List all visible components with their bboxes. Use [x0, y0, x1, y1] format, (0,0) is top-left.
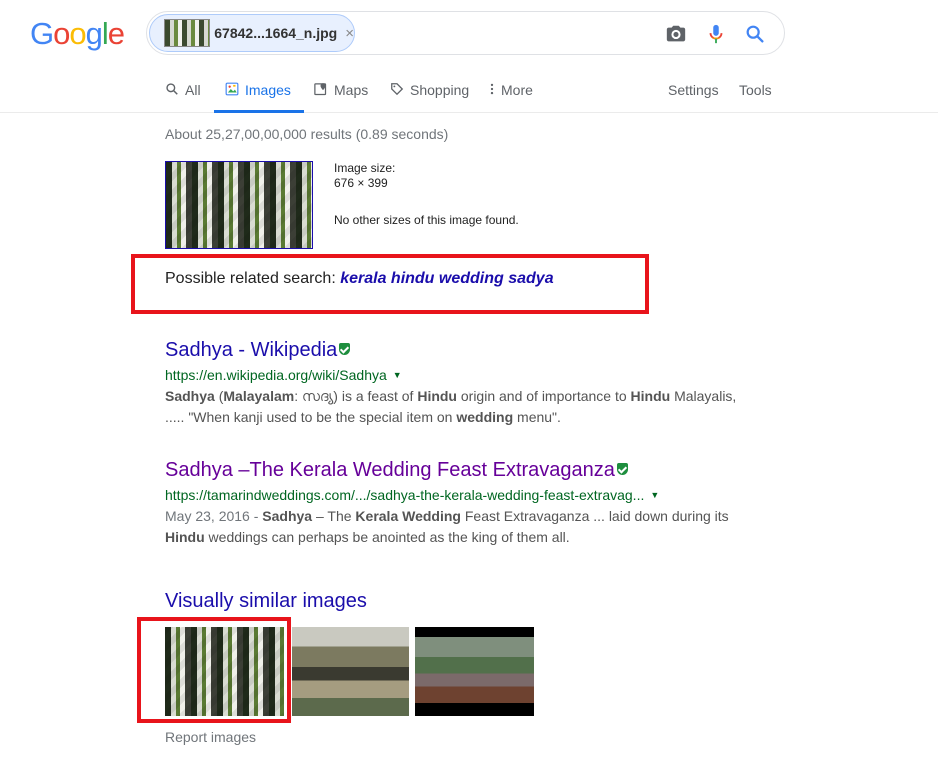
tab-label: More: [501, 82, 533, 98]
dropdown-arrow-icon[interactable]: ▼: [393, 370, 402, 380]
query-image-thumbnail: [164, 19, 211, 47]
result-title[interactable]: Sadhya –The Kerala Wedding Feast Extrava…: [165, 458, 765, 482]
result-snippet: Sadhya (Malayalam: സദ്യ) is a feast of H…: [165, 388, 737, 425]
search-icon[interactable]: [744, 23, 766, 45]
tab-label: All: [185, 82, 201, 98]
search-icon: [165, 82, 179, 96]
tools-link[interactable]: Tools: [739, 82, 772, 98]
result-url-text[interactable]: https://tamarindweddings.com/.../sadhya-…: [165, 487, 644, 503]
tab-shopping[interactable]: Shopping: [390, 73, 469, 113]
result-url[interactable]: https://tamarindweddings.com/.../sadhya-…: [165, 486, 765, 504]
more-vert-icon: [489, 82, 495, 96]
verified-shield-icon: [616, 463, 628, 475]
verified-shield-icon: [339, 343, 351, 355]
result-url-text[interactable]: https://en.wikipedia.org/wiki/Sadhya: [165, 367, 387, 383]
image-size-label: Image size:: [334, 161, 396, 175]
search-tabs: All Images Maps Shopping More Settings T…: [0, 73, 938, 113]
microphone-icon[interactable]: [705, 23, 727, 45]
report-images-link[interactable]: Report images: [165, 729, 256, 745]
map-icon: [313, 82, 328, 97]
similar-image[interactable]: [292, 627, 409, 716]
result-title-text[interactable]: Sadhya - Wikipedia: [165, 339, 337, 361]
search-box[interactable]: 67842...1664_n.jpg ×: [146, 11, 785, 55]
query-image[interactable]: [165, 161, 313, 249]
result-snippet: May 23, 2016 - Sadhya – The Kerala Weddi…: [165, 508, 729, 545]
tab-label: Maps: [334, 82, 369, 98]
result-title[interactable]: Sadhya - Wikipedia: [165, 338, 765, 362]
tag-icon: [390, 82, 404, 96]
image-size-value: 676 × 399: [334, 176, 388, 190]
close-icon[interactable]: ×: [345, 25, 354, 42]
highlight-box: [131, 254, 649, 314]
visually-similar-title[interactable]: Visually similar images: [165, 590, 367, 613]
tab-more[interactable]: More: [489, 73, 533, 113]
highlight-box: [137, 617, 291, 723]
wedding-feast-image: [166, 162, 312, 248]
result-date: May 23, 2016 -: [165, 508, 263, 524]
image-icon: [225, 82, 239, 96]
tab-images[interactable]: Images: [214, 73, 304, 113]
image-size-info: Image size: 676 × 399 No other sizes of …: [334, 161, 519, 228]
dropdown-arrow-icon[interactable]: ▼: [650, 490, 659, 500]
tab-label: Images: [245, 82, 291, 98]
result-title-text[interactable]: Sadhya –The Kerala Wedding Feast Extrava…: [165, 459, 615, 481]
image-query-chip[interactable]: 67842...1664_n.jpg ×: [149, 14, 355, 52]
outdoor-feast-image: [415, 637, 534, 703]
settings-link[interactable]: Settings: [668, 82, 719, 98]
tab-all[interactable]: All: [165, 73, 201, 113]
similar-image[interactable]: [415, 627, 534, 716]
result-url[interactable]: https://en.wikipedia.org/wiki/Sadhya ▼: [165, 366, 765, 384]
tab-label: Shopping: [410, 82, 470, 98]
google-logo[interactable]: Google: [30, 16, 125, 52]
no-other-sizes-text: No other sizes of this image found.: [334, 213, 519, 227]
camera-icon[interactable]: [665, 23, 687, 45]
search-result: Sadhya –The Kerala Wedding Feast Extrava…: [165, 458, 765, 548]
query-image-filename: 67842...1664_n.jpg: [214, 25, 338, 41]
search-result: Sadhya - Wikipedia https://en.wikipedia.…: [165, 338, 765, 428]
results-count: About 25,27,00,00,000 results (0.89 seco…: [165, 126, 449, 142]
tab-maps[interactable]: Maps: [313, 73, 368, 113]
